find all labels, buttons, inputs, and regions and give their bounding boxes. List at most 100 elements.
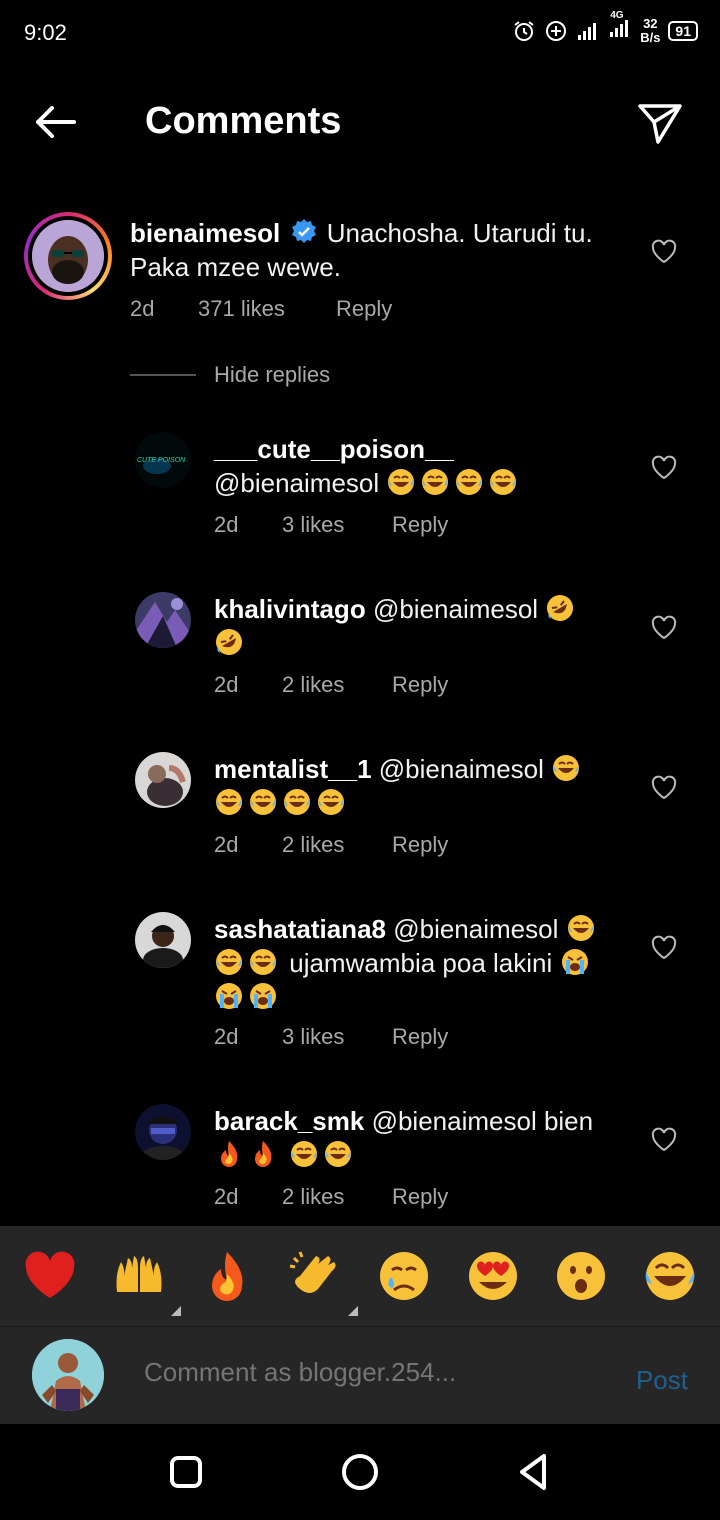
divider: [130, 374, 196, 376]
reply-mention[interactable]: @bienaimesol: [393, 914, 558, 944]
reply-meta: 2d 2 likes Reply: [214, 672, 448, 698]
avatar: [32, 1339, 104, 1411]
tears-of-joy-icon[interactable]: [642, 1248, 698, 1304]
battery-indicator: 91: [668, 20, 698, 41]
reply-time: 2d: [214, 1024, 239, 1049]
reply-time: 2d: [214, 1184, 239, 1209]
post-button[interactable]: Post: [636, 1365, 688, 1396]
avatar[interactable]: [135, 912, 191, 968]
reply-time: 2d: [214, 512, 239, 537]
bearded-man-avatar-icon: [32, 220, 104, 292]
like-heart-icon[interactable]: [650, 1126, 678, 1154]
reply-username[interactable]: barack_smk: [214, 1106, 364, 1136]
reply-likes[interactable]: 2 likes: [282, 1184, 392, 1210]
reply-mention[interactable]: @bienaimesol: [379, 754, 544, 784]
reply-time: 2d: [214, 832, 239, 857]
reply-likes[interactable]: 2 likes: [282, 832, 392, 858]
avatar[interactable]: [135, 1104, 191, 1160]
avatar-text: CUTE POISON: [137, 457, 186, 464]
avatar[interactable]: [135, 752, 191, 808]
reply-mention[interactable]: @bienaimesol: [214, 468, 379, 498]
avatar: [32, 220, 104, 292]
status-time: 9:02: [24, 20, 67, 45]
reply-body: sashatatiana8 @bienaimesol ujamwambia po…: [214, 912, 618, 1014]
reply-button[interactable]: Reply: [392, 672, 448, 698]
crying-face-icon[interactable]: [376, 1248, 432, 1304]
tears-of-joy-emoji-icon: [289, 1140, 357, 1170]
story-ring[interactable]: [24, 212, 112, 300]
reply-username[interactable]: khalivintago: [214, 594, 366, 624]
reply-text: bien: [536, 1106, 594, 1136]
status-bar: 9:02 4G 32 B/s 91: [0, 0, 720, 64]
reply-body: ___cute__poison__ @bienaimesol: [214, 432, 618, 500]
signal-icon: [578, 22, 597, 40]
reply-time: 2d: [214, 672, 239, 697]
reply-body: khalivintago @bienaimesol: [214, 592, 618, 660]
alarm-icon: [514, 20, 534, 41]
comment-time: 2d: [130, 296, 155, 321]
back-triangle-icon[interactable]: [510, 1448, 558, 1496]
comment-meta: 2d 371 likes Reply: [130, 296, 392, 322]
status-icons: 4G 32 B/s 91: [512, 10, 698, 45]
comment-input-bar: Post: [0, 1326, 720, 1424]
like-heart-icon[interactable]: [650, 934, 678, 962]
reply-likes[interactable]: 3 likes: [282, 1024, 392, 1050]
reply-button[interactable]: Reply: [392, 1184, 448, 1210]
data-saver-icon: [546, 20, 567, 41]
avatar[interactable]: CUTE POISON: [135, 432, 191, 488]
comment-input[interactable]: [144, 1357, 564, 1388]
header: Comments: [0, 80, 720, 164]
reply-button[interactable]: Reply: [392, 1024, 448, 1050]
reply-button[interactable]: Reply: [392, 512, 448, 538]
back-arrow-icon[interactable]: [28, 98, 84, 146]
reply-meta: 2d 2 likes Reply: [214, 832, 448, 858]
verified-badge-icon: [291, 219, 316, 243]
reply-button[interactable]: Reply: [336, 296, 392, 322]
like-heart-icon[interactable]: [650, 238, 678, 266]
hide-replies-label: Hide replies: [214, 362, 331, 387]
reply-body: mentalist__1 @bienaimesol: [214, 752, 618, 820]
comment-username[interactable]: bienaimesol: [130, 218, 280, 248]
reply-username[interactable]: sashatatiana8: [214, 914, 386, 944]
reply-mention[interactable]: @bienaimesol: [373, 594, 538, 624]
like-heart-icon[interactable]: [650, 774, 678, 802]
reply-likes[interactable]: 2 likes: [282, 672, 392, 698]
comment-body: bienaimesol Unachosha. Utarudi tu. Paka …: [130, 216, 630, 284]
user-photo-avatar-icon: [32, 1339, 104, 1411]
reply-text: ujamwambia poa lakini: [289, 948, 553, 978]
hide-replies-toggle[interactable]: Hide replies: [130, 362, 330, 388]
raising-hands-icon[interactable]: [111, 1248, 181, 1316]
reply-meta: 2d 3 likes Reply: [214, 1024, 448, 1050]
like-heart-icon[interactable]: [650, 454, 678, 482]
signal-4g-icon: 4G: [608, 10, 632, 45]
reply-username[interactable]: ___cute__poison__: [214, 432, 618, 466]
reply-likes[interactable]: 3 likes: [282, 512, 392, 538]
person-photo-avatar-icon: [135, 1104, 191, 1160]
home-circle-icon[interactable]: [336, 1448, 384, 1496]
like-heart-icon[interactable]: [650, 614, 678, 642]
reply-username[interactable]: mentalist__1: [214, 754, 372, 784]
purple-photo-avatar-icon: [135, 592, 191, 648]
comment-likes[interactable]: 371 likes: [198, 296, 336, 322]
red-heart-icon[interactable]: [22, 1248, 78, 1304]
fire-emoji-icon: [214, 1140, 289, 1170]
clapping-hands-icon[interactable]: [288, 1248, 358, 1316]
open-mouth-face-icon[interactable]: [553, 1248, 609, 1304]
reply-meta: 2d 2 likes Reply: [214, 1184, 448, 1210]
tears-of-joy-emoji-icon: [386, 468, 522, 498]
system-nav-bar: [0, 1424, 720, 1520]
person-photo-avatar-icon: [135, 752, 191, 808]
reply-body: barack_smk @bienaimesol bien: [214, 1104, 618, 1172]
net-speed: 32 B/s: [640, 15, 661, 45]
emoji-quick-bar: [0, 1226, 720, 1326]
fire-icon[interactable]: [199, 1248, 255, 1304]
avatar[interactable]: [135, 592, 191, 648]
reply-mention[interactable]: @bienaimesol: [372, 1106, 537, 1136]
reply-meta: 2d 3 likes Reply: [214, 512, 448, 538]
reply-button[interactable]: Reply: [392, 832, 448, 858]
page-title: Comments: [145, 100, 342, 142]
recents-square-icon[interactable]: [162, 1448, 210, 1496]
share-send-icon[interactable]: [636, 98, 684, 146]
person-photo-avatar-icon: [135, 912, 191, 968]
heart-eyes-icon[interactable]: [465, 1248, 521, 1304]
